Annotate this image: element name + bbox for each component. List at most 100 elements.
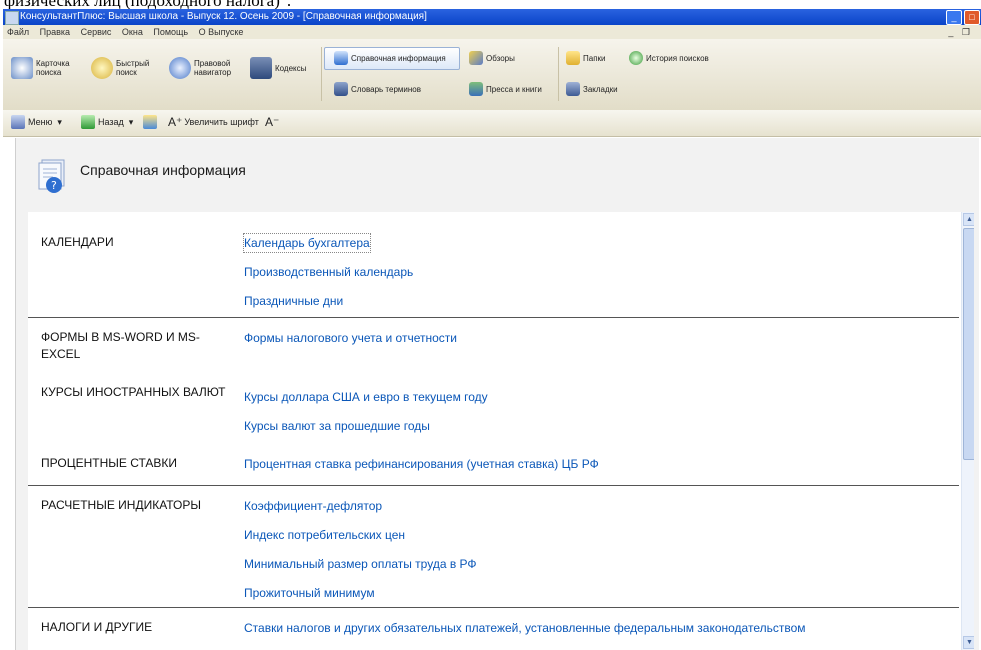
- legal-navigator-button[interactable]: Правовой навигатор: [169, 57, 245, 79]
- bookmarks-label: Закладки: [583, 84, 618, 94]
- bookmarks-button[interactable]: Закладки: [566, 82, 618, 96]
- link-past-rates[interactable]: Курсы валют за прошедшие годы: [244, 417, 964, 435]
- card-search-icon: [11, 57, 33, 79]
- menu-edit[interactable]: Правка: [40, 27, 70, 37]
- section-category: ПРОЦЕНТНЫЕ СТАВКИ: [41, 456, 178, 470]
- reference-icon: [334, 51, 348, 65]
- ribbon: Карточка поиска Быстрый поиск Правовой н…: [3, 39, 981, 111]
- books-icon: [469, 82, 483, 96]
- back-button[interactable]: Назад ▾: [81, 115, 133, 129]
- menu-file[interactable]: Файл: [7, 27, 29, 37]
- zoom-out-icon: A⁻: [265, 115, 280, 129]
- section-category: РАСЧЕТНЫЕ ИНДИКАТОРЫ: [41, 498, 202, 512]
- app-icon: [5, 11, 19, 25]
- reference-info-button[interactable]: Справочная информация: [334, 51, 446, 65]
- press-label: Пресса и книги: [486, 84, 542, 94]
- reference-panel: КАЛЕНДАРИ Календарь бухгалтера Производс…: [28, 212, 974, 650]
- vertical-scrollbar[interactable]: ▲ ▼: [961, 212, 974, 650]
- dictionary-icon: [334, 82, 348, 96]
- legal-navigator-label: Правовой навигатор: [194, 59, 232, 77]
- section-divider: [28, 485, 959, 486]
- section-category: ФОРМЫ В MS-WORD И MS-EXCEL: [41, 330, 200, 361]
- pen-icon: [469, 51, 483, 65]
- dictionary-button[interactable]: Словарь терминов: [334, 82, 421, 96]
- link-minimum-wage[interactable]: Минимальный размер оплаты труда в РФ: [244, 555, 964, 573]
- press-button[interactable]: Пресса и книги: [469, 82, 542, 96]
- history-icon: [629, 51, 643, 65]
- scroll-down-icon[interactable]: ▼: [963, 636, 974, 649]
- section-links: Ставки налогов и других обязательных пла…: [244, 619, 964, 648]
- scroll-thumb[interactable]: [963, 228, 974, 460]
- zoom-in-label: Увеличить шрифт: [184, 117, 259, 127]
- link-holidays[interactable]: Праздничные дни: [244, 292, 964, 310]
- section-links: Процентная ставка рефинансирования (учет…: [244, 455, 964, 484]
- zoom-in-button[interactable]: A⁺ Увеличить шрифт: [168, 115, 259, 129]
- codes-label: Кодексы: [275, 63, 307, 73]
- zoom-in-icon: A⁺: [168, 115, 183, 129]
- maximize-button[interactable]: □: [964, 10, 980, 25]
- link-tax-forms[interactable]: Формы налогового учета и отчетности: [244, 329, 964, 347]
- magnifier-icon: [91, 57, 113, 79]
- link-production-calendar[interactable]: Производственный календарь: [244, 263, 964, 281]
- section-links: Курсы доллара США и евро в текущем году …: [244, 388, 964, 446]
- add-to-folder-button[interactable]: [143, 115, 160, 129]
- reference-info-icon: ?: [38, 159, 65, 193]
- folders-button[interactable]: Папки: [566, 51, 606, 65]
- card-search-label: Карточка поиска: [36, 59, 70, 77]
- link-subsistence-minimum[interactable]: Прожиточный минимум: [244, 584, 964, 602]
- section-category: НАЛОГИ И ДРУГИЕ: [41, 620, 153, 634]
- menu-help[interactable]: Помощь: [153, 27, 188, 37]
- section-category: КУРСЫ ИНОСТРАННЫХ ВАЛЮТ: [41, 385, 226, 399]
- card-search-button[interactable]: Карточка поиска: [11, 57, 73, 79]
- chevron-down-icon: ▾: [57, 116, 62, 127]
- menu-button[interactable]: Меню ▾: [11, 115, 62, 129]
- back-arrow-icon: [81, 115, 95, 129]
- menu-windows[interactable]: Окна: [122, 27, 143, 37]
- reference-info-label: Справочная информация: [351, 53, 446, 63]
- link-tax-rates[interactable]: Ставки налогов и других обязательных пла…: [244, 619, 964, 637]
- page-title: Справочная информация: [80, 162, 246, 178]
- section-category: КАЛЕНДАРИ: [41, 235, 114, 249]
- bookmark-icon: [566, 82, 580, 96]
- link-usd-eur-current[interactable]: Курсы доллара США и евро в текущем году: [244, 388, 964, 406]
- zoom-out-button[interactable]: A⁻: [265, 115, 279, 129]
- quick-search-label: Быстрый поиск: [116, 59, 150, 77]
- ribbon-separator: [321, 47, 322, 101]
- quick-search-button[interactable]: Быстрый поиск: [91, 57, 153, 79]
- chevron-down-icon: ▾: [128, 116, 134, 127]
- content-area: ? Справочная информация КАЛЕНДАРИ Календ…: [15, 138, 979, 650]
- codes-button[interactable]: Кодексы: [250, 57, 318, 79]
- folders-label: Папки: [583, 53, 606, 63]
- ribbon-separator: [558, 47, 559, 101]
- link-accountant-calendar[interactable]: Календарь бухгалтера: [243, 233, 371, 253]
- navigation-toolbar: Меню ▾ Назад ▾ A⁺ Увеличить шрифт A⁻: [3, 110, 981, 137]
- document-caption: физических лиц (подоходного налога)".: [0, 0, 981, 9]
- menu-button-label: Меню: [28, 117, 53, 127]
- section-links: Календарь бухгалтера Производственный ка…: [243, 233, 964, 321]
- dictionary-label: Словарь терминов: [351, 84, 421, 94]
- svg-text:?: ?: [51, 179, 57, 192]
- menu-icon: [11, 115, 25, 129]
- title-bar: КонсультантПлюс: Высшая школа - Выпуск 1…: [3, 9, 981, 25]
- folder-add-icon: [143, 115, 157, 129]
- scroll-up-icon[interactable]: ▲: [963, 213, 974, 226]
- minimize-button[interactable]: _: [946, 10, 962, 25]
- section-links: Формы налогового учета и отчетности: [244, 329, 964, 358]
- folder-icon: [566, 51, 580, 65]
- search-history-button[interactable]: История поисков: [629, 51, 709, 65]
- link-refinancing-rate[interactable]: Процентная ставка рефинансирования (учет…: [244, 455, 964, 473]
- book-icon: [250, 57, 272, 79]
- section-divider: [28, 607, 959, 608]
- link-deflator[interactable]: Коэффициент-дефлятор: [244, 497, 964, 515]
- menu-service[interactable]: Сервис: [81, 27, 112, 37]
- section-links: Коэффициент-дефлятор Индекс потребительс…: [244, 497, 964, 613]
- navigator-icon: [169, 57, 191, 79]
- link-cpi[interactable]: Индекс потребительских цен: [244, 526, 964, 544]
- section-divider: [28, 317, 959, 318]
- mdi-window-controls[interactable]: _ ❐: [948, 25, 973, 39]
- menu-about[interactable]: О Выпуске: [199, 27, 244, 37]
- reviews-label: Обзоры: [486, 53, 515, 63]
- window-title: КонсультантПлюс: Высшая школа - Выпуск 1…: [20, 11, 427, 22]
- search-history-label: История поисков: [646, 53, 709, 63]
- reviews-button[interactable]: Обзоры: [469, 51, 515, 65]
